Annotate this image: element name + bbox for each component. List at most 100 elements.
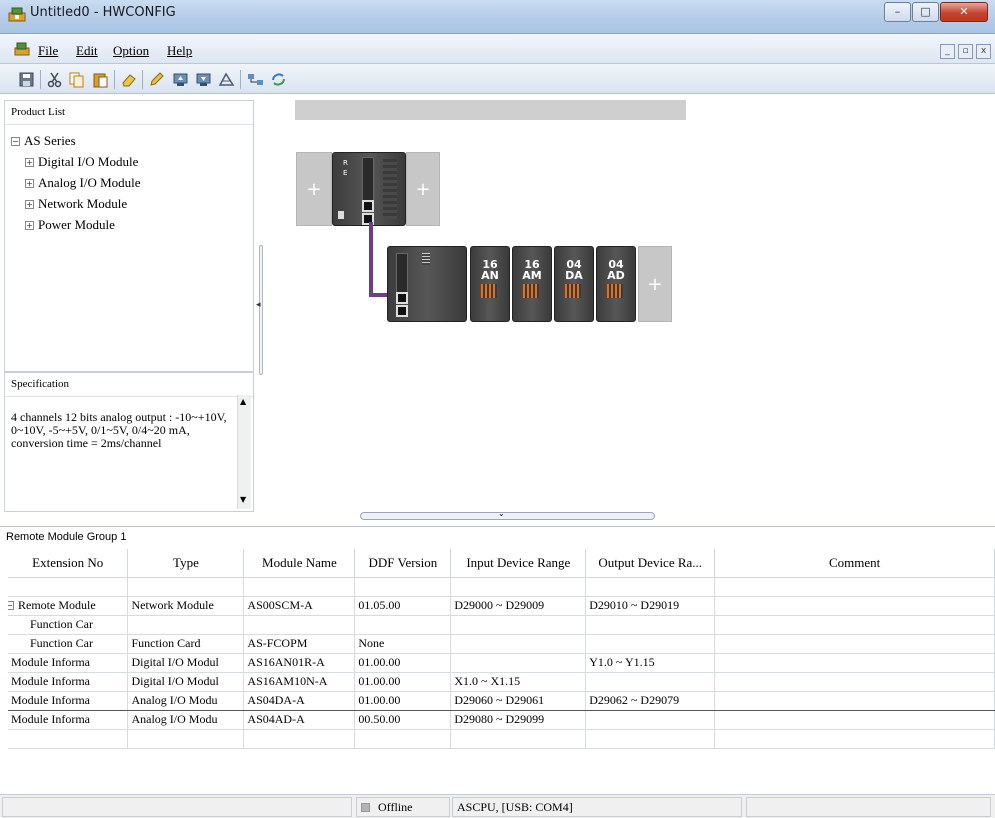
menu-help[interactable]: Help — [167, 43, 192, 59]
ethernet-port-icon — [362, 200, 374, 212]
module-grid: Extension No Type Module Name DDF Versio… — [8, 549, 995, 761]
table-row[interactable]: Module Informa Digital I/O Modul AS16AM10N… — [8, 672, 995, 692]
splitter-grip[interactable] — [259, 245, 263, 375]
status-mode: Offline — [378, 800, 413, 814]
panel-splitter[interactable]: ◂ — [256, 245, 266, 375]
chevron-down-icon[interactable]: ⌄ — [498, 509, 505, 518]
maximize-button[interactable]: □ — [912, 2, 939, 22]
title-bar: Untitled0 - HWCONFIG – □ ✕ — [0, 0, 995, 34]
copy-icon[interactable] — [68, 71, 85, 88]
tree-label: Network Module — [38, 196, 128, 211]
expand-icon[interactable]: + — [25, 200, 34, 209]
module-16am[interactable]: 16 AM — [512, 246, 552, 322]
tree-node-network[interactable]: + Network Module — [25, 196, 127, 212]
module-label: 16 AN — [481, 258, 499, 282]
status-pane-connection: ASCPU, [USB: COM4] — [452, 797, 742, 817]
mdi-restore-button[interactable]: ▫ — [958, 44, 973, 59]
product-list-panel: Product List − AS Series + Digital I/O Mod… — [4, 100, 254, 372]
mdi-close-button[interactable]: x — [976, 44, 991, 59]
connection-led-icon — [361, 803, 370, 812]
column-header[interactable]: Input Device Range — [450, 549, 587, 578]
table-row[interactable]: −Remote ModuleNetwork ModuleAS00SCM-A01.… — [8, 596, 995, 616]
cpu-card-slot — [362, 157, 374, 201]
status-bar: Offline ASCPU, [USB: COM4] — [0, 794, 995, 818]
column-header[interactable]: Output Device Ra... — [585, 549, 716, 578]
status-pane-empty — [2, 797, 352, 817]
product-list-title: Product List — [5, 101, 253, 125]
column-header[interactable]: Extension No — [8, 549, 129, 578]
module-table: Extension No Type Module Name DDF Versio… — [8, 549, 995, 749]
terminal-block — [383, 159, 397, 219]
add-module-slot[interactable]: + — [638, 246, 672, 322]
module-04ad[interactable]: 04 AD — [596, 246, 636, 322]
canvas-header-bar — [295, 100, 686, 120]
module-label: 04 AD — [607, 258, 625, 282]
network-icon[interactable] — [247, 71, 264, 88]
download-icon[interactable] — [195, 71, 212, 88]
window-title: Untitled0 - HWCONFIG — [30, 5, 176, 20]
tree-node-power[interactable]: + Power Module — [25, 217, 115, 233]
mdi-controls: _ ▫ x — [940, 44, 995, 59]
minimize-button[interactable]: – — [884, 2, 911, 22]
column-header[interactable]: Type — [127, 549, 245, 578]
io-terminal — [565, 284, 581, 298]
menu-file[interactable]: File — [38, 43, 58, 59]
io-terminal — [481, 284, 497, 298]
tree-node-digital-io[interactable]: + Digital I/O Module — [25, 154, 138, 170]
expand-icon[interactable]: + — [25, 158, 34, 167]
document-icon[interactable] — [14, 42, 30, 56]
remote-cpu-module[interactable]: R E — [332, 152, 406, 226]
card-slot — [396, 253, 408, 295]
table-row[interactable]: Module Informa Analog I/O Modu AS04AD-A 00.… — [8, 710, 995, 730]
hardware-canvas[interactable]: + R E + 16 AN 16 AM 04 DA 04 AD + — [266, 96, 995, 516]
collapse-icon[interactable]: − — [11, 137, 20, 146]
column-header[interactable]: Comment — [714, 549, 995, 578]
status-pane-mode: Offline — [356, 797, 450, 817]
table-row[interactable]: Module Informa Digital I/O Modul AS16AN01R… — [8, 653, 995, 673]
canvas-horizontal-scrollbar[interactable]: ⌄ — [360, 509, 655, 520]
expand-icon[interactable]: + — [25, 221, 34, 230]
column-header[interactable]: Module Name — [243, 549, 356, 578]
menu-option[interactable]: Option — [113, 43, 149, 59]
close-button[interactable]: ✕ — [940, 2, 988, 22]
tree-label: AS Series — [24, 133, 76, 148]
specification-title: Specification — [5, 373, 253, 397]
eraser-icon[interactable] — [120, 71, 137, 88]
refresh-icon[interactable] — [270, 71, 287, 88]
paste-icon[interactable] — [92, 71, 109, 88]
add-module-slot-left[interactable]: + — [296, 152, 332, 226]
table-row-selected[interactable]: Module Informa Analog I/O Modu AS04DA-A 01.… — [8, 690, 995, 711]
module-16an[interactable]: 16 AN — [470, 246, 510, 322]
menu-edit[interactable]: Edit — [76, 43, 98, 59]
save-icon[interactable] — [18, 71, 35, 88]
table-row[interactable]: Function Car Function Card AS-FCOPM None — [8, 634, 995, 654]
scan-icon[interactable] — [218, 71, 235, 88]
tree-node-analog-io[interactable]: + Analog I/O Module — [25, 175, 141, 191]
expand-icon[interactable]: + — [25, 179, 34, 188]
tree-node-as-series[interactable]: − AS Series — [11, 133, 76, 149]
scroll-up-icon[interactable]: ▲ — [240, 397, 246, 406]
table-header-row: Extension No Type Module Name DDF Versio… — [8, 549, 995, 578]
cut-icon[interactable] — [46, 71, 63, 88]
scroll-down-icon[interactable]: ▼ — [240, 495, 246, 504]
module-label: 04 DA — [565, 258, 583, 282]
menu-bar: File Edit Option Help _ ▫ x — [0, 34, 995, 64]
mdi-minimize-button[interactable]: _ — [940, 44, 955, 59]
specification-scrollbar[interactable]: ▲ ▼ — [237, 395, 251, 509]
network-scanner-module[interactable] — [387, 246, 467, 322]
module-04da[interactable]: 04 DA — [554, 246, 594, 322]
upload-icon[interactable] — [172, 71, 189, 88]
io-terminal — [523, 284, 539, 298]
table-row[interactable] — [8, 577, 995, 597]
ethernet-port-icon — [396, 305, 408, 317]
grid-title: Remote Module Group 1 — [0, 526, 995, 548]
tree-label: Power Module — [38, 217, 115, 232]
table-row[interactable] — [8, 729, 995, 749]
column-header[interactable]: DDF Version — [354, 549, 452, 578]
collapse-icon[interactable]: − — [8, 601, 14, 610]
tree-label: Analog I/O Module — [38, 175, 141, 190]
add-module-slot-right[interactable]: + — [406, 152, 440, 226]
chevron-left-icon[interactable]: ◂ — [256, 300, 261, 310]
pencil-icon[interactable] — [148, 71, 165, 88]
table-row[interactable]: Function Car — [8, 615, 995, 635]
